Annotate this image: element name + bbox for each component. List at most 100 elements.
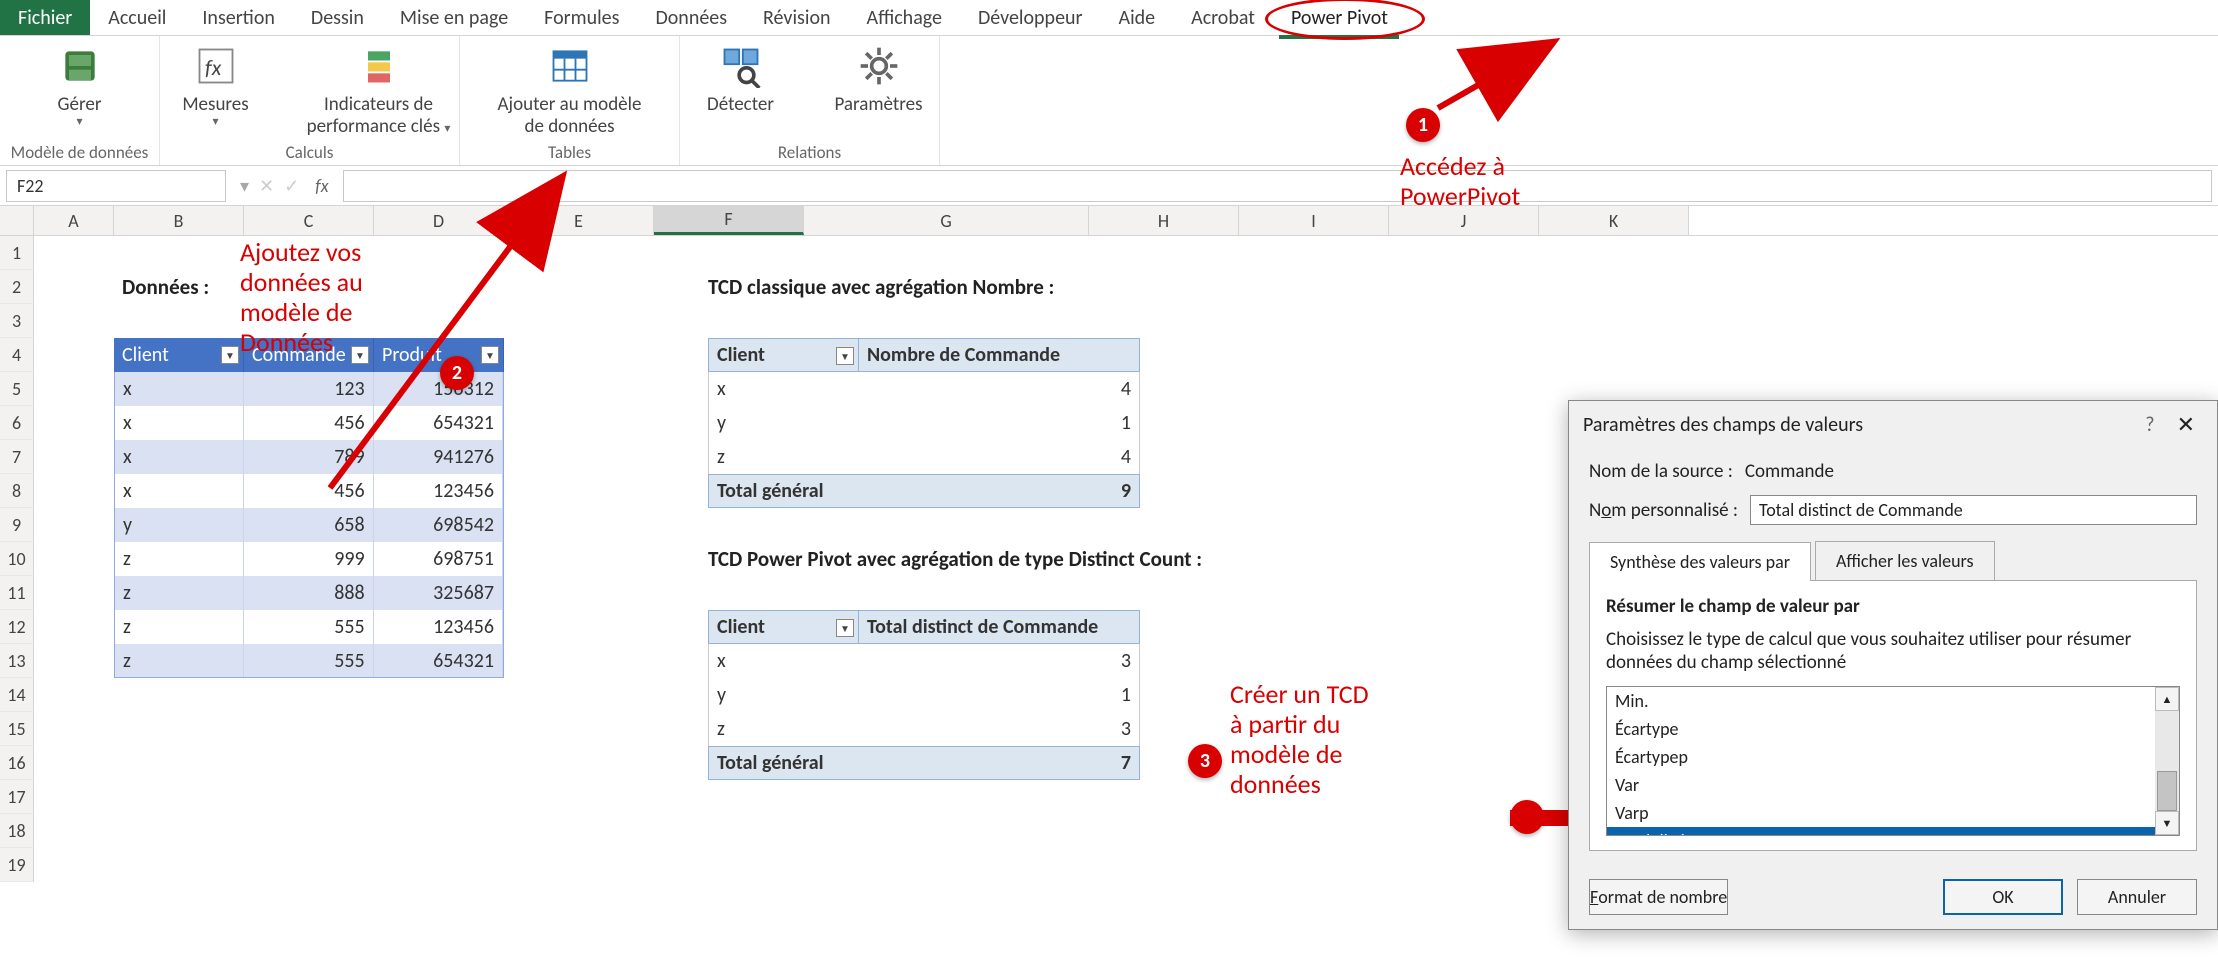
source-name-value: Commande (1745, 460, 1834, 483)
row-17[interactable]: 17 (0, 780, 34, 814)
table-row[interactable]: z555123456 (114, 610, 504, 644)
col-E[interactable]: E (504, 206, 654, 235)
tab-donnees[interactable]: Données (637, 0, 745, 35)
aggregation-option[interactable]: Écartypep (1607, 743, 2155, 771)
pivot-row[interactable]: z4 (708, 440, 1140, 474)
col-A[interactable]: A (34, 206, 114, 235)
col-D[interactable]: D (374, 206, 504, 235)
col-header-produit[interactable]: Produit▼ (374, 338, 504, 372)
tab-insertion[interactable]: Insertion (184, 0, 293, 35)
scroll-thumb[interactable] (2157, 771, 2177, 811)
table-row[interactable]: z555654321 (114, 644, 504, 678)
dropdown-icon[interactable]: ▾ (240, 175, 249, 197)
mesures-button[interactable]: fx Mesures ▾ (156, 40, 276, 130)
ajouter-modele-button[interactable]: Ajouter au modèle de données (470, 40, 670, 138)
aggregation-option[interactable]: Min. (1607, 687, 2155, 715)
row-2[interactable]: 2 (0, 270, 34, 304)
tab-aide[interactable]: Aide (1101, 0, 1174, 35)
filter-dropdown-icon[interactable]: ▼ (221, 346, 239, 364)
formula-bar[interactable] (343, 170, 2212, 202)
row-9[interactable]: 9 (0, 508, 34, 542)
col-B[interactable]: B (114, 206, 244, 235)
tab-power-pivot[interactable]: Power Pivot (1273, 0, 1406, 35)
filter-dropdown-icon[interactable]: ▼ (836, 347, 854, 365)
col-I[interactable]: I (1239, 206, 1389, 235)
tab-fichier[interactable]: Fichier (0, 0, 90, 35)
col-H[interactable]: H (1089, 206, 1239, 235)
filter-dropdown-icon[interactable]: ▼ (481, 346, 499, 364)
aggregation-option[interactable]: Total distinct (1607, 827, 2155, 835)
table-row[interactable]: x456654321 (114, 406, 504, 440)
row-4[interactable]: 4 (0, 338, 34, 372)
pvt1-header-client[interactable]: Client▼ (709, 339, 859, 371)
table-row[interactable]: x789941276 (114, 440, 504, 474)
tab-accueil[interactable]: Accueil (90, 0, 184, 35)
name-box[interactable]: F22 (6, 170, 226, 202)
table-row[interactable]: x456123456 (114, 474, 504, 508)
pivot-row[interactable]: x4 (708, 372, 1140, 406)
parametres-button[interactable]: Paramètres (819, 40, 939, 116)
tab-affichage[interactable]: Affichage (849, 0, 960, 35)
col-header-commande[interactable]: Commande▼ (244, 338, 374, 372)
pivot-row[interactable]: y1 (708, 678, 1140, 712)
tab-revision[interactable]: Révision (745, 0, 848, 35)
aggregation-option[interactable]: Écartype (1607, 715, 2155, 743)
fx-icon[interactable]: fx (309, 175, 334, 197)
kpi-button[interactable]: Indicateurs de performance clés ▾ (294, 40, 464, 138)
number-format-button[interactable]: Format de nombre (1589, 879, 1728, 915)
ok-button[interactable]: OK (1943, 879, 2063, 915)
tab-mise-en-page[interactable]: Mise en page (382, 0, 526, 35)
row-7[interactable]: 7 (0, 440, 34, 474)
row-14[interactable]: 14 (0, 678, 34, 712)
col-F[interactable]: F (654, 206, 804, 235)
pivot-row[interactable]: x3 (708, 644, 1140, 678)
select-all-corner[interactable] (0, 206, 34, 235)
tab-developpeur[interactable]: Développeur (960, 0, 1101, 35)
scroll-down-icon[interactable]: ▼ (2155, 811, 2179, 835)
row-10[interactable]: 10 (0, 542, 34, 576)
tab-dessin[interactable]: Dessin (293, 0, 382, 35)
row-12[interactable]: 12 (0, 610, 34, 644)
col-J[interactable]: J (1389, 206, 1539, 235)
aggregation-option[interactable]: Var (1607, 771, 2155, 799)
detecter-button[interactable]: Détecter (681, 40, 801, 116)
col-K[interactable]: K (1539, 206, 1689, 235)
row-13[interactable]: 13 (0, 644, 34, 678)
aggregation-option[interactable]: Varp (1607, 799, 2155, 827)
custom-name-input[interactable]: Total distinct de Commande (1750, 495, 2197, 525)
row-8[interactable]: 8 (0, 474, 34, 508)
help-button[interactable]: ? (2131, 413, 2168, 437)
table-row[interactable]: z888325687 (114, 576, 504, 610)
col-header-client[interactable]: Client▼ (114, 338, 244, 372)
pvt1-total-value: 9 (859, 475, 1139, 507)
pivot-row[interactable]: y1 (708, 406, 1140, 440)
cancel-button[interactable]: Annuler (2077, 879, 2197, 915)
row-5[interactable]: 5 (0, 372, 34, 406)
scroll-up-icon[interactable]: ▲ (2155, 687, 2179, 711)
tab-show-values-as[interactable]: Afficher les valeurs (1815, 541, 1995, 580)
col-C[interactable]: C (244, 206, 374, 235)
row-3[interactable]: 3 (0, 304, 34, 338)
row-18[interactable]: 18 (0, 814, 34, 848)
row-16[interactable]: 16 (0, 746, 34, 780)
close-icon[interactable]: ✕ (2169, 411, 2203, 438)
table-row[interactable]: y658698542 (114, 508, 504, 542)
row-6[interactable]: 6 (0, 406, 34, 440)
row-19[interactable]: 19 (0, 848, 34, 882)
pivot-row[interactable]: z3 (708, 712, 1140, 746)
tab-summarize-by[interactable]: Synthèse des valeurs par (1589, 542, 1811, 581)
pvt2-header-client[interactable]: Client▼ (709, 611, 859, 643)
gerer-button[interactable]: Gérer ▾ (20, 40, 140, 130)
row-11[interactable]: 11 (0, 576, 34, 610)
row-1[interactable]: 1 (0, 236, 34, 270)
filter-dropdown-icon[interactable]: ▼ (836, 619, 854, 637)
row-15[interactable]: 15 (0, 712, 34, 746)
scrollbar[interactable]: ▲ ▼ (2155, 687, 2179, 835)
tab-formules[interactable]: Formules (526, 0, 637, 35)
tab-acrobat[interactable]: Acrobat (1173, 0, 1273, 35)
accept-icon[interactable]: ✓ (284, 175, 299, 197)
cancel-icon[interactable]: ✕ (259, 175, 274, 197)
table-row[interactable]: z999698751 (114, 542, 504, 576)
col-G[interactable]: G (804, 206, 1089, 235)
filter-dropdown-icon[interactable]: ▼ (351, 346, 369, 364)
